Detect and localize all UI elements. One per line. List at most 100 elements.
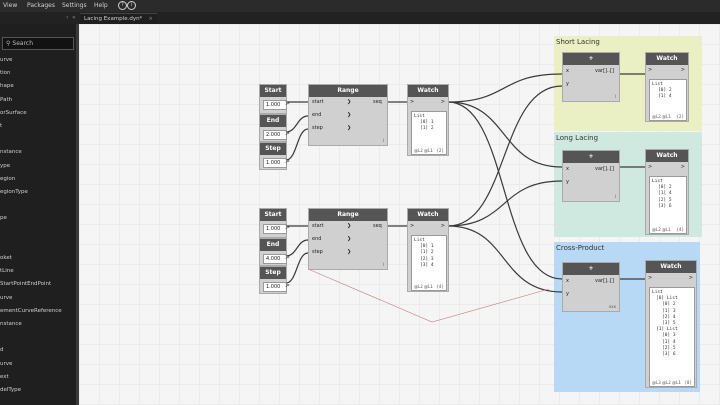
- graph-canvas[interactable]: Short Lacing Long Lacing Cross-Product S…: [79, 24, 720, 405]
- number-node-end[interactable]: End 2.000 >: [259, 114, 290, 142]
- watch-count: {4}: [676, 227, 684, 232]
- watch-list-header: List: [414, 114, 425, 119]
- library-item[interactable]: egion: [0, 176, 15, 182]
- input-port-icon[interactable]: >: [410, 223, 414, 229]
- input-port-end[interactable]: end: [312, 112, 321, 118]
- library-item[interactable]: delType: [0, 387, 21, 393]
- library-item[interactable]: d: [0, 347, 4, 353]
- library-item[interactable]: orSurface: [0, 110, 27, 116]
- input-port-end[interactable]: end: [312, 236, 321, 242]
- code-block-node[interactable]: + x y var[]..[] xxx: [562, 262, 620, 312]
- input-port-icon[interactable]: >: [648, 164, 652, 170]
- number-input[interactable]: 1.000: [263, 100, 287, 110]
- output-port-icon[interactable]: >: [441, 99, 445, 105]
- library-item[interactable]: Path: [0, 97, 12, 103]
- node-title: Start: [260, 209, 286, 221]
- output-port-icon[interactable]: >: [285, 158, 290, 165]
- input-port-x[interactable]: x: [566, 166, 569, 172]
- help-icon[interactable]: ?: [118, 1, 127, 10]
- input-port-icon[interactable]: >: [410, 99, 414, 105]
- library-item[interactable]: StartPointEndPoint: [0, 281, 51, 287]
- output-port-icon[interactable]: >: [285, 224, 290, 231]
- library-item[interactable]: ext: [0, 374, 9, 380]
- node-title: +: [563, 263, 619, 275]
- output-port-seq[interactable]: seq: [373, 99, 382, 105]
- output-port-icon[interactable]: >: [441, 223, 445, 229]
- range-node[interactable]: Range start ❯ end ❯ step ❯ seq l: [308, 84, 388, 146]
- library-item[interactable]: tLine: [0, 268, 14, 274]
- input-port-y[interactable]: y: [566, 81, 569, 87]
- watch-list-item: [3] 6: [662, 352, 676, 357]
- library-item[interactable]: t: [0, 123, 2, 129]
- input-port-y[interactable]: y: [566, 291, 569, 297]
- watch-level-footer: @L2 @L1: [414, 148, 433, 153]
- watch-list-item: [1] 2: [420, 126, 434, 132]
- library-item[interactable]: hape: [0, 83, 14, 89]
- code-block-node[interactable]: + x y var[]..[] l: [562, 150, 620, 202]
- menu-packages[interactable]: Packages: [27, 2, 55, 9]
- output-port-seq[interactable]: seq: [373, 223, 382, 229]
- number-input[interactable]: 1.000: [263, 158, 287, 168]
- number-input[interactable]: 4.000: [263, 254, 287, 264]
- number-input[interactable]: 1.000: [263, 282, 287, 292]
- library-item[interactable]: urve: [0, 295, 12, 301]
- number-input[interactable]: 1.000: [263, 224, 287, 234]
- output-port[interactable]: var[]..[]: [595, 166, 614, 172]
- library-item[interactable]: nstance: [0, 321, 22, 327]
- input-port-x[interactable]: x: [566, 278, 569, 284]
- input-port-start[interactable]: start: [312, 99, 324, 105]
- output-port-icon[interactable]: >: [681, 67, 685, 73]
- file-tab[interactable]: Lacing Example.dyn* ×: [80, 13, 157, 24]
- watch-preview: List [0] 1 [1] 2 [2] 3 [3] 4 @L2 @L1 {4}: [411, 235, 447, 291]
- port-arrow-icon: ❯: [347, 223, 352, 229]
- info-icon[interactable]: i: [127, 1, 136, 10]
- output-port[interactable]: var[]..[]: [595, 68, 614, 74]
- output-port-icon[interactable]: >: [285, 130, 290, 137]
- chevron-left-icon[interactable]: ‹: [66, 14, 68, 21]
- output-port-icon[interactable]: >: [681, 164, 685, 170]
- input-port-step[interactable]: step: [312, 125, 323, 131]
- input-port-icon[interactable]: >: [648, 275, 652, 281]
- input-port-icon[interactable]: >: [648, 67, 652, 73]
- number-node-step[interactable]: Step 1.000 >: [259, 142, 290, 170]
- watch-node[interactable]: Watch > > List [0] 1 [1] 2 [2] 3 [3] 4 @L2 @L…: [407, 208, 449, 292]
- number-node-start[interactable]: Start 1.000 >: [259, 208, 290, 238]
- watch-node[interactable]: Watch > > List [0] 1 [1] 2 @L2 @L1 {2}: [407, 84, 449, 156]
- search-input[interactable]: ⚲ Search: [2, 37, 74, 50]
- library-item[interactable]: egionType: [0, 189, 28, 195]
- output-port-icon[interactable]: >: [689, 275, 693, 281]
- menu-settings[interactable]: Settings: [62, 2, 87, 9]
- number-input[interactable]: 2.000: [263, 130, 287, 140]
- output-port-icon[interactable]: >: [285, 254, 290, 261]
- close-icon[interactable]: ×: [148, 16, 153, 22]
- code-block-node[interactable]: + x y var[]..[] l: [562, 52, 620, 102]
- menu-help[interactable]: Help: [94, 2, 108, 9]
- number-node-end[interactable]: End 4.000 >: [259, 238, 290, 266]
- watch-list-item: [0] 1: [420, 120, 434, 126]
- output-port[interactable]: var[]..[]: [595, 278, 614, 284]
- watch-node-long[interactable]: Watch > > List [0] 2 [1] 4 [2] 5 [3] 6 @L2 @L…: [645, 149, 689, 235]
- library-item[interactable]: urve: [0, 361, 12, 367]
- input-port-step[interactable]: step: [312, 249, 323, 255]
- watch-node-short[interactable]: Watch > > List [0] 2 [1] 4 @L2 @L1 {2}: [645, 52, 689, 122]
- input-port-x[interactable]: x: [566, 68, 569, 74]
- output-port-icon[interactable]: >: [285, 100, 290, 107]
- input-port-y[interactable]: y: [566, 179, 569, 185]
- number-node-step[interactable]: Step 1.000 >: [259, 266, 290, 294]
- input-port-start[interactable]: start: [312, 223, 324, 229]
- watch-node-cross[interactable]: Watch > > List [0] List [0] 2 [1] 3 [2] 4 [3]…: [645, 260, 697, 388]
- library-item[interactable]: urve: [0, 57, 12, 63]
- output-port-icon[interactable]: >: [285, 282, 290, 289]
- collapse-icon[interactable]: «: [72, 14, 76, 21]
- library-item[interactable]: ype: [0, 163, 10, 169]
- range-node[interactable]: Range start ❯ end ❯ step ❯ seq l: [308, 208, 388, 270]
- library-item[interactable]: oket: [0, 255, 12, 261]
- library-item[interactable]: nstance: [0, 149, 22, 155]
- library-item[interactable]: ementCurveReference: [0, 308, 62, 314]
- library-item[interactable]: pe: [0, 215, 7, 221]
- library-item[interactable]: tion: [0, 70, 11, 76]
- watch-list-item: [2] 3: [420, 256, 434, 262]
- library-panel: ⚲ Search urve tion hape Path orSurface t nstanc…: [0, 24, 76, 405]
- number-node-start[interactable]: Start 1.000 >: [259, 84, 290, 114]
- menu-view[interactable]: View: [3, 2, 17, 9]
